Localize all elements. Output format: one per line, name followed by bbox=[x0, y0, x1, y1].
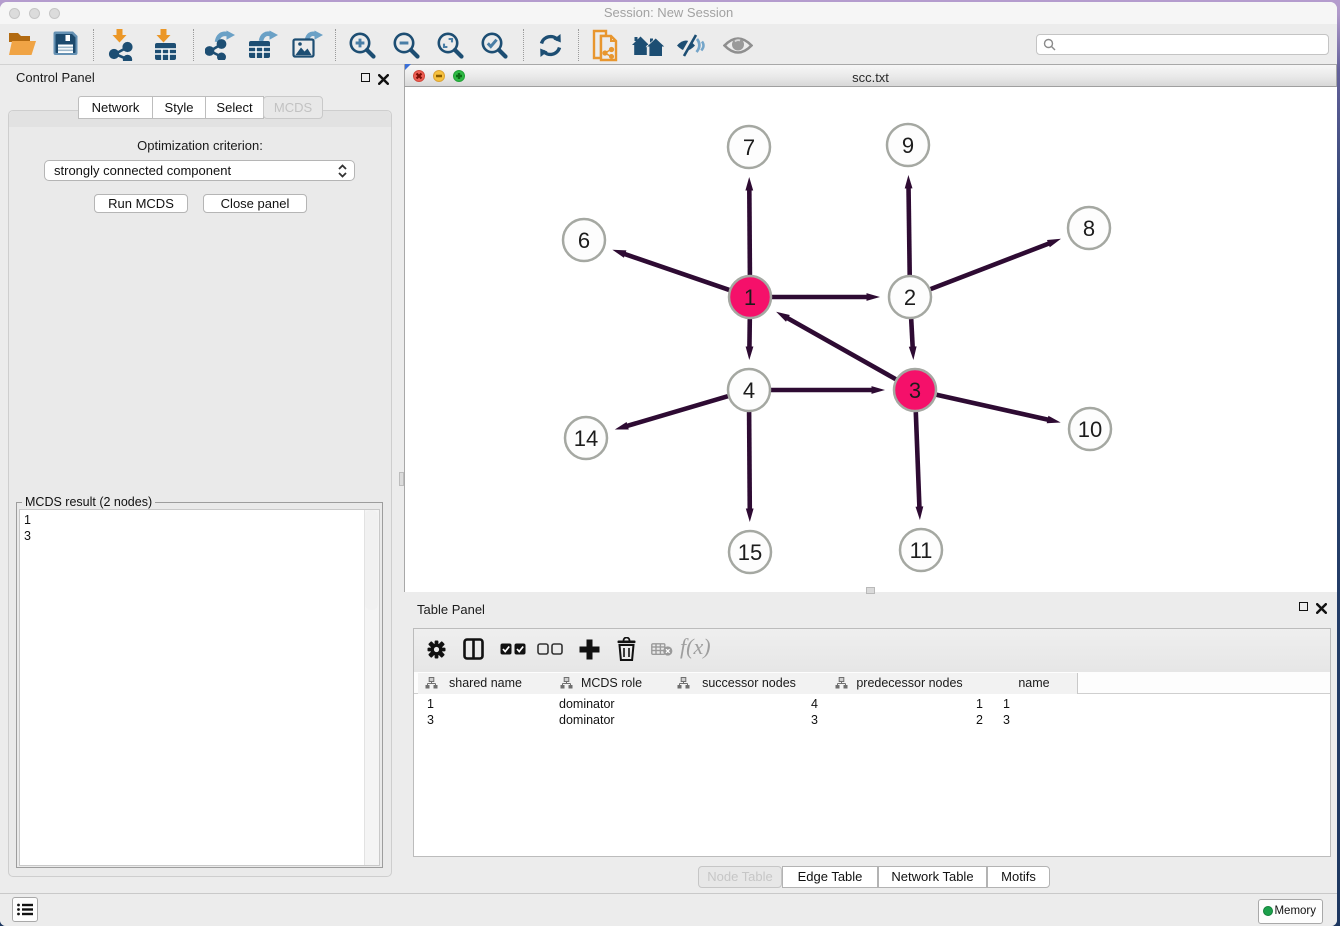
svg-text:6: 6 bbox=[578, 228, 590, 253]
svg-text:7: 7 bbox=[743, 135, 755, 160]
svg-text:3: 3 bbox=[909, 378, 921, 403]
svg-text:1: 1 bbox=[744, 285, 756, 310]
svg-text:4: 4 bbox=[743, 378, 755, 403]
svg-text:11: 11 bbox=[910, 538, 933, 563]
svg-text:8: 8 bbox=[1083, 216, 1095, 241]
svg-text:2: 2 bbox=[904, 285, 916, 310]
svg-text:15: 15 bbox=[738, 540, 762, 565]
svg-text:9: 9 bbox=[902, 133, 914, 158]
svg-text:10: 10 bbox=[1078, 417, 1102, 442]
svg-text:14: 14 bbox=[574, 426, 598, 451]
